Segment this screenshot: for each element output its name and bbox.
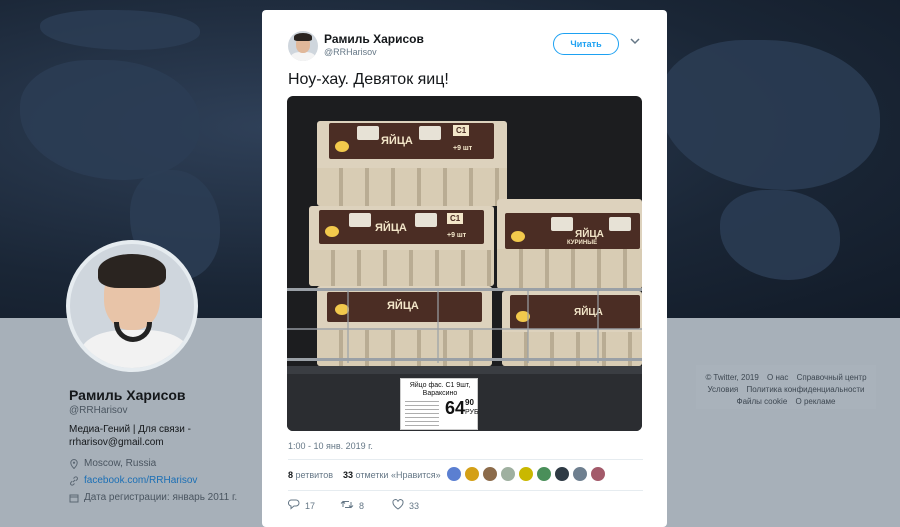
footer-copyright: © Twitter, 2019 bbox=[705, 373, 759, 382]
likes-label[interactable]: отметки «Нравится» bbox=[356, 470, 441, 480]
liker-avatar[interactable] bbox=[446, 466, 462, 482]
liker-avatars[interactable] bbox=[446, 466, 606, 482]
egg-carton: ЯЙЦА С1 +9 шт bbox=[317, 121, 507, 206]
tweet-text: Ноу-хау. Девяток яиц! bbox=[288, 71, 449, 88]
chevron-down-icon[interactable] bbox=[630, 36, 640, 48]
retweet-icon bbox=[340, 499, 354, 513]
liker-avatar[interactable] bbox=[482, 466, 498, 482]
egg-carton: ЯЙЦА КУРИНЫЕ bbox=[497, 199, 642, 289]
profile-bio: Медиа-Гений | Для связи - rrharisov@gmai… bbox=[69, 424, 191, 448]
reply-icon bbox=[287, 499, 300, 513]
tweet-actions: 17 8 33 bbox=[287, 499, 444, 513]
footer-links: © Twitter, 2019 О нас Справочный центр У… bbox=[696, 365, 876, 409]
profile-location: Moscow, Russia bbox=[69, 458, 156, 469]
link-icon bbox=[69, 475, 79, 486]
profile-name[interactable]: Рамиль Харисов bbox=[69, 387, 186, 403]
profile-avatar[interactable] bbox=[66, 240, 198, 372]
divider bbox=[288, 459, 643, 460]
profile-handle[interactable]: @RRHarisov bbox=[69, 405, 128, 416]
likes-count[interactable]: 33 bbox=[343, 470, 353, 480]
footer-terms-link[interactable]: Условия bbox=[707, 385, 738, 394]
egg-carton: ЯЙЦА bbox=[317, 286, 492, 366]
divider bbox=[288, 490, 643, 491]
profile-link-text[interactable]: facebook.com/RRHarisov bbox=[84, 475, 197, 486]
tweet-photo[interactable]: ЯЙЦА С1 +9 шт ЯЙЦА С1 +9 шт ЯЙЦА КУРИНЫЕ… bbox=[287, 96, 642, 431]
like-button[interactable]: 33 bbox=[392, 499, 444, 513]
calendar-icon bbox=[69, 493, 79, 503]
tweet-timestamp[interactable]: 1:00 - 10 янв. 2019 г. bbox=[288, 441, 373, 451]
tweet-author-name[interactable]: Рамиль Харисов bbox=[324, 32, 424, 46]
retweets-label[interactable]: ретвитов bbox=[296, 470, 333, 480]
liker-avatar[interactable] bbox=[572, 466, 588, 482]
reply-button[interactable]: 17 bbox=[287, 499, 340, 513]
reply-count: 17 bbox=[305, 501, 316, 511]
footer-cookies-link[interactable]: Файлы cookie bbox=[737, 397, 788, 406]
retweets-count[interactable]: 8 bbox=[288, 470, 293, 480]
follow-button[interactable]: Читать bbox=[553, 33, 619, 55]
profile-joined: Дата регистрации: январь 2011 г. bbox=[69, 492, 237, 503]
tweet-stats: 8 ретвитов 33 отметки «Нравится» bbox=[288, 470, 441, 480]
location-pin-icon bbox=[69, 458, 79, 469]
liker-avatar[interactable] bbox=[536, 466, 552, 482]
liker-avatar[interactable] bbox=[554, 466, 570, 482]
liker-avatar[interactable] bbox=[500, 466, 516, 482]
liker-avatar[interactable] bbox=[464, 466, 480, 482]
tweet-author-avatar[interactable] bbox=[288, 31, 318, 61]
footer-privacy-link[interactable]: Политика конфиденциальности bbox=[747, 385, 865, 394]
tweet-card: Рамиль Харисов @RRHarisov Читать Ноу-хау… bbox=[262, 10, 667, 527]
tweet-author-handle[interactable]: @RRHarisov bbox=[324, 47, 377, 57]
liker-avatar[interactable] bbox=[518, 466, 534, 482]
profile-link[interactable]: facebook.com/RRHarisov bbox=[69, 475, 197, 486]
like-count: 33 bbox=[409, 501, 420, 511]
footer-about-link[interactable]: О нас bbox=[767, 373, 788, 382]
retweet-count: 8 bbox=[359, 501, 365, 511]
retweet-button[interactable]: 8 bbox=[340, 499, 392, 513]
liker-avatar[interactable] bbox=[590, 466, 606, 482]
egg-carton: ЯЙЦА С1 +9 шт bbox=[309, 206, 494, 286]
footer-ads-link[interactable]: О рекламе bbox=[796, 397, 836, 406]
heart-icon bbox=[392, 499, 404, 513]
price-tag: Яйцо фас. С1 9шт, Вараксино 64 90 РУБ bbox=[400, 378, 479, 430]
footer-help-link[interactable]: Справочный центр bbox=[797, 373, 867, 382]
